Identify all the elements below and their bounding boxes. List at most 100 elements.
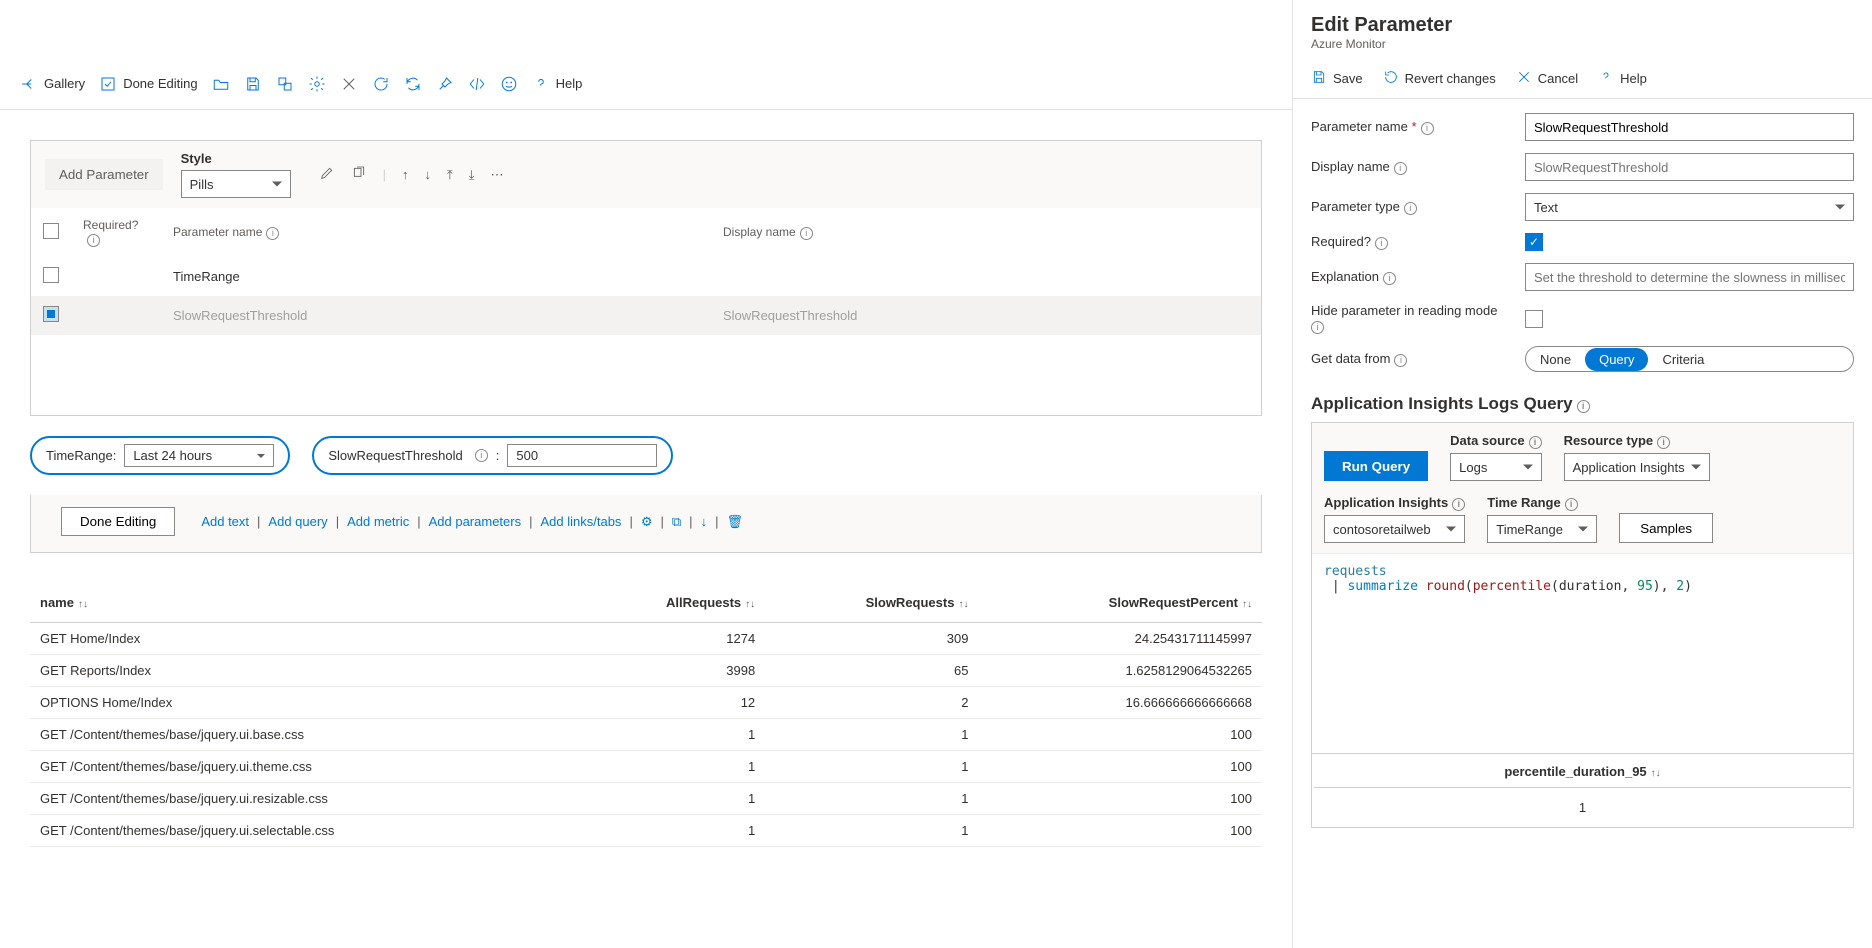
get-data-segmented[interactable]: None Query Criteria bbox=[1525, 346, 1854, 372]
slowrequest-value[interactable]: 500 bbox=[507, 444, 657, 467]
timerange-pill[interactable]: TimeRange: Last 24 hours bbox=[30, 436, 290, 475]
close-icon[interactable] bbox=[340, 75, 358, 93]
move-top-icon[interactable]: ⤒ bbox=[447, 167, 453, 183]
slowrequest-pill[interactable]: SlowRequestThreshold : 500 bbox=[312, 436, 673, 475]
auto-refresh-icon[interactable] bbox=[404, 75, 422, 93]
add-links-link[interactable]: Add links/tabs bbox=[541, 514, 622, 529]
samples-button[interactable]: Samples bbox=[1619, 513, 1713, 543]
time-range-label: Time Range bbox=[1487, 495, 1597, 511]
copy-icon[interactable] bbox=[276, 75, 294, 93]
sort-icon[interactable]: ↑↓ bbox=[78, 599, 88, 610]
ai-select[interactable]: contosoretailweb bbox=[1324, 515, 1465, 543]
open-icon[interactable] bbox=[212, 75, 230, 93]
download-icon[interactable]: ↓ bbox=[701, 514, 708, 529]
info-icon bbox=[266, 227, 279, 240]
parameter-form: Parameter name * Display name Parameter … bbox=[1293, 99, 1872, 386]
sort-icon[interactable]: ↑↓ bbox=[1242, 599, 1252, 610]
table-row[interactable]: GET /Content/themes/base/jquery.ui.base.… bbox=[30, 719, 1262, 751]
save-icon bbox=[1311, 69, 1327, 88]
cancel-icon bbox=[1516, 69, 1532, 88]
info-icon bbox=[1421, 122, 1434, 135]
slowrequest-label: SlowRequestThreshold bbox=[328, 448, 462, 463]
row-checkbox[interactable] bbox=[43, 306, 59, 322]
param-name-input[interactable] bbox=[1525, 113, 1854, 141]
seg-none[interactable]: None bbox=[1526, 348, 1585, 371]
help-icon bbox=[532, 75, 550, 93]
table-row[interactable]: TimeRange bbox=[31, 257, 1261, 296]
add-parameter-button[interactable]: Add Parameter bbox=[45, 159, 163, 190]
revert-button[interactable]: Revert changes bbox=[1383, 69, 1496, 88]
ai-label: Application Insights bbox=[1324, 495, 1465, 511]
arrow-left-icon bbox=[20, 75, 38, 93]
save-button[interactable]: Save bbox=[1311, 69, 1363, 88]
info-icon bbox=[1452, 498, 1465, 511]
explanation-input[interactable] bbox=[1525, 263, 1854, 291]
table-row[interactable]: SlowRequestThreshold SlowRequestThreshol… bbox=[31, 296, 1261, 335]
gear-icon[interactable]: ⚙ bbox=[641, 514, 653, 530]
table-row[interactable]: GET Home/Index127430924.25431711145997 bbox=[30, 623, 1262, 655]
code-icon[interactable] bbox=[468, 75, 486, 93]
seg-query[interactable]: Query bbox=[1585, 348, 1648, 371]
resource-type-label: Resource type bbox=[1564, 433, 1710, 449]
info-icon bbox=[1375, 237, 1388, 250]
add-text-link[interactable]: Add text bbox=[201, 514, 249, 529]
add-query-link[interactable]: Add query bbox=[268, 514, 327, 529]
sort-icon[interactable]: ↑↓ bbox=[745, 599, 755, 610]
query-editor[interactable]: requests | summarize round(percentile(du… bbox=[1312, 553, 1853, 753]
move-bottom-icon[interactable]: ⤓ bbox=[469, 167, 475, 183]
param-type-select[interactable]: Text bbox=[1525, 193, 1854, 221]
style-select[interactable]: Pills bbox=[181, 170, 291, 198]
add-parameters-link[interactable]: Add parameters bbox=[429, 514, 522, 529]
refresh-icon[interactable] bbox=[372, 75, 390, 93]
move-down-icon[interactable]: ↓ bbox=[425, 167, 432, 182]
copy-icon[interactable]: ⧉ bbox=[672, 514, 681, 530]
timerange-value[interactable]: Last 24 hours bbox=[124, 444, 274, 467]
run-query-button[interactable]: Run Query bbox=[1324, 451, 1428, 481]
hide-checkbox[interactable] bbox=[1525, 310, 1543, 328]
help-button[interactable]: Help bbox=[532, 75, 583, 93]
panel-subtitle: Azure Monitor bbox=[1311, 37, 1854, 51]
settings-icon[interactable] bbox=[308, 75, 326, 93]
edit-icon[interactable] bbox=[319, 165, 335, 184]
move-up-icon[interactable]: ↑ bbox=[402, 167, 409, 182]
delete-icon[interactable]: 🗑 bbox=[726, 514, 743, 530]
style-label: Style bbox=[181, 151, 291, 166]
row-checkbox[interactable] bbox=[43, 267, 59, 283]
display-name-label: Display name bbox=[1311, 159, 1511, 175]
info-icon bbox=[1529, 436, 1542, 449]
more-icon[interactable] bbox=[491, 167, 504, 183]
data-source-select[interactable]: Logs bbox=[1450, 453, 1541, 481]
info-icon bbox=[1404, 202, 1417, 215]
result-cell: 1 bbox=[1314, 790, 1851, 825]
sort-icon[interactable]: ↑↓ bbox=[958, 599, 968, 610]
resource-type-select[interactable]: Application Insights bbox=[1564, 453, 1710, 481]
done-editing-icon bbox=[99, 75, 117, 93]
sort-icon[interactable]: ↑↓ bbox=[1651, 768, 1661, 779]
display-name-input[interactable] bbox=[1525, 153, 1854, 181]
help-icon bbox=[1598, 69, 1614, 88]
required-checkbox[interactable]: ✓ bbox=[1525, 233, 1543, 251]
info-icon bbox=[1311, 321, 1324, 334]
seg-criteria[interactable]: Criteria bbox=[1648, 348, 1718, 371]
cancel-button[interactable]: Cancel bbox=[1516, 69, 1578, 88]
select-all-checkbox[interactable] bbox=[43, 223, 59, 239]
pin-icon[interactable] bbox=[436, 75, 454, 93]
parameter-editor: Add Parameter Style Pills | ↑ ↓ ⤒ ⤓ Requ… bbox=[30, 140, 1262, 416]
table-row[interactable]: GET /Content/themes/base/jquery.ui.resiz… bbox=[30, 783, 1262, 815]
add-metric-link[interactable]: Add metric bbox=[347, 514, 409, 529]
done-editing-button[interactable]: Done Editing bbox=[61, 507, 175, 536]
table-row[interactable]: OPTIONS Home/Index12216.666666666666668 bbox=[30, 687, 1262, 719]
done-editing-button[interactable]: Done Editing bbox=[99, 75, 197, 93]
table-row[interactable]: GET /Content/themes/base/jquery.ui.theme… bbox=[30, 751, 1262, 783]
time-range-select[interactable]: TimeRange bbox=[1487, 515, 1597, 543]
table-row[interactable]: GET /Content/themes/base/jquery.ui.selec… bbox=[30, 815, 1262, 847]
info-icon bbox=[87, 234, 100, 247]
duplicate-icon[interactable] bbox=[351, 165, 367, 184]
col-pct: SlowRequestPercent↑↓ bbox=[978, 583, 1262, 623]
timerange-label: TimeRange: bbox=[46, 448, 116, 463]
help-button[interactable]: Help bbox=[1598, 69, 1647, 88]
table-row[interactable]: GET Reports/Index3998651.625812906453226… bbox=[30, 655, 1262, 687]
feedback-icon[interactable] bbox=[500, 75, 518, 93]
gallery-button[interactable]: Gallery bbox=[20, 75, 85, 93]
save-icon[interactable] bbox=[244, 75, 262, 93]
